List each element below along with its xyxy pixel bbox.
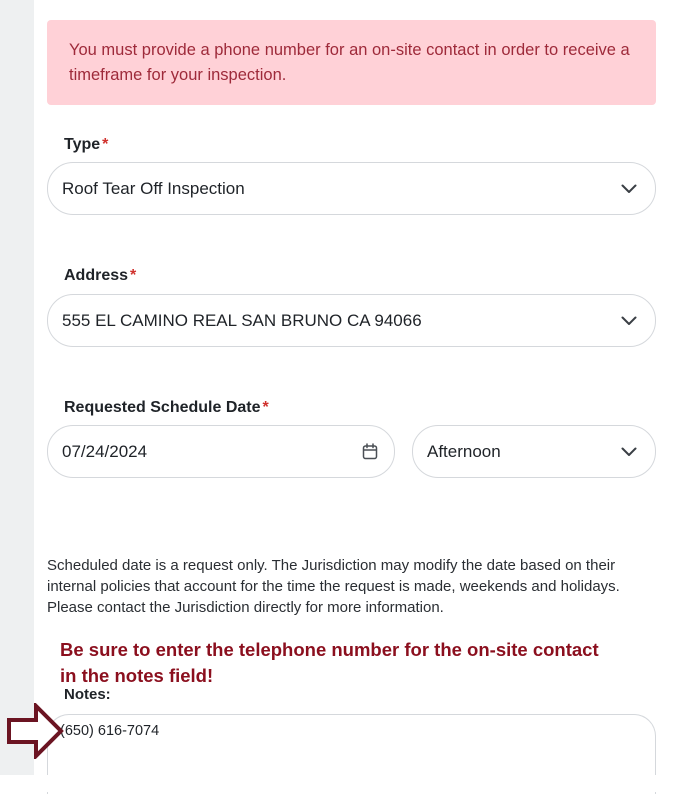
notes-value: (650) 616-7074 xyxy=(60,723,160,739)
page-bottom xyxy=(0,775,680,792)
chevron-down-icon xyxy=(617,309,641,333)
required-asterisk: * xyxy=(262,399,269,416)
callout-line-1: Be sure to enter the telephone number fo… xyxy=(60,639,599,660)
chevron-down-icon xyxy=(617,440,641,464)
notes-callout-annotation: Be sure to enter the telephone number fo… xyxy=(60,637,640,689)
address-label: Address * xyxy=(64,267,137,284)
schedule-disclaimer: Scheduled date is a request only. The Ju… xyxy=(47,557,620,616)
alert-message: You must provide a phone number for an o… xyxy=(69,41,630,84)
time-of-day-value: Afternoon xyxy=(427,441,501,461)
schedule-date-input[interactable]: 07/24/2024 xyxy=(47,425,395,478)
notes-label: Notes: xyxy=(64,686,111,703)
callout-line-2: in the notes field! xyxy=(60,665,214,686)
time-of-day-select[interactable]: Afternoon xyxy=(412,425,656,478)
chevron-down-icon xyxy=(617,177,641,201)
type-select-value: Roof Tear Off Inspection xyxy=(62,178,245,198)
schedule-date-label: Requested Schedule Date * xyxy=(64,399,269,416)
schedule-date-value: 07/24/2024 xyxy=(62,441,148,461)
required-asterisk: * xyxy=(130,267,137,284)
address-select-value: 555 EL CAMINO REAL SAN BRUNO CA 94066 xyxy=(62,310,422,330)
required-asterisk: * xyxy=(102,136,109,153)
right-arrow-icon xyxy=(7,703,64,759)
phone-required-alert: You must provide a phone number for an o… xyxy=(47,20,656,105)
left-sidebar-strip xyxy=(0,0,34,775)
address-select[interactable]: 555 EL CAMINO REAL SAN BRUNO CA 94066 xyxy=(47,294,656,347)
type-label: Type * xyxy=(64,136,109,153)
calendar-icon[interactable] xyxy=(358,440,382,464)
type-select[interactable]: Roof Tear Off Inspection xyxy=(47,162,656,215)
